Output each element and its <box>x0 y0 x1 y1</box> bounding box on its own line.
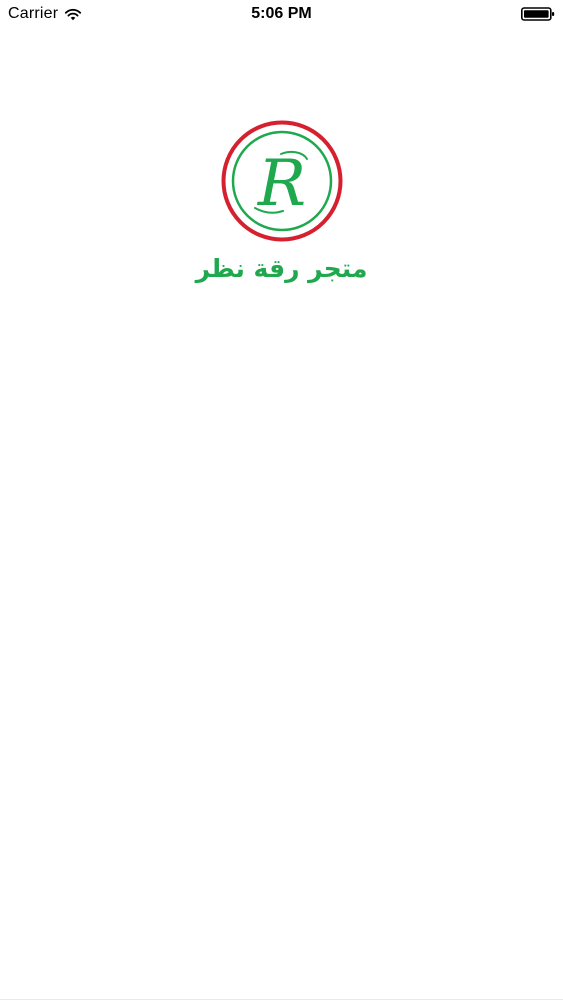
battery-icon <box>521 7 555 21</box>
splash-content: R متجر رقة نظر <box>0 115 563 295</box>
brand-name: متجر رقة نظر <box>195 254 368 283</box>
store-logo-icon: R <box>221 120 343 242</box>
logo-letter: R <box>257 147 306 221</box>
status-bar: Carrier 5:06 PM <box>0 0 563 30</box>
clock: 5:06 PM <box>251 5 312 22</box>
